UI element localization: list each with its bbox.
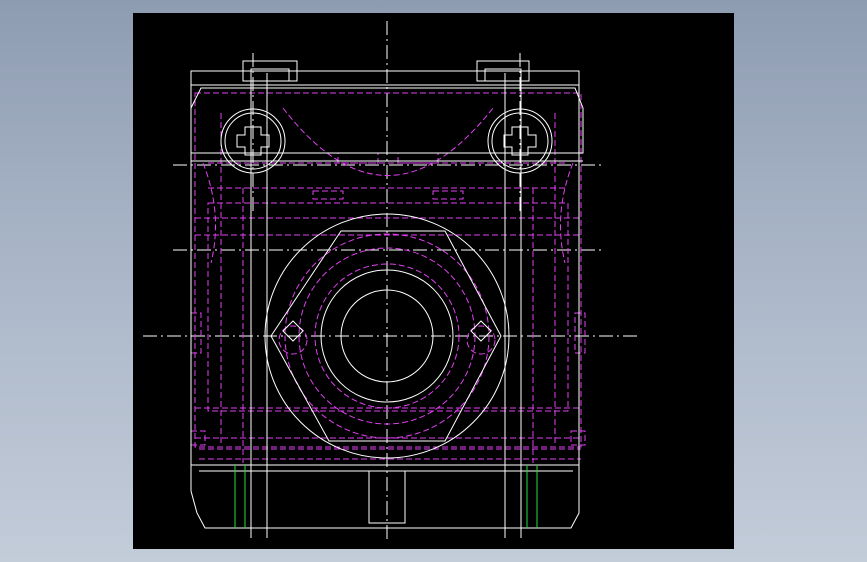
hidden-lines bbox=[190, 92, 586, 463]
cad-viewport[interactable] bbox=[133, 13, 734, 549]
accent-lines bbox=[234, 465, 538, 528]
port-right bbox=[470, 320, 492, 342]
hidden-right-slot bbox=[574, 312, 586, 354]
hidden-left-slot bbox=[190, 312, 202, 354]
cad-drawing bbox=[143, 21, 638, 543]
